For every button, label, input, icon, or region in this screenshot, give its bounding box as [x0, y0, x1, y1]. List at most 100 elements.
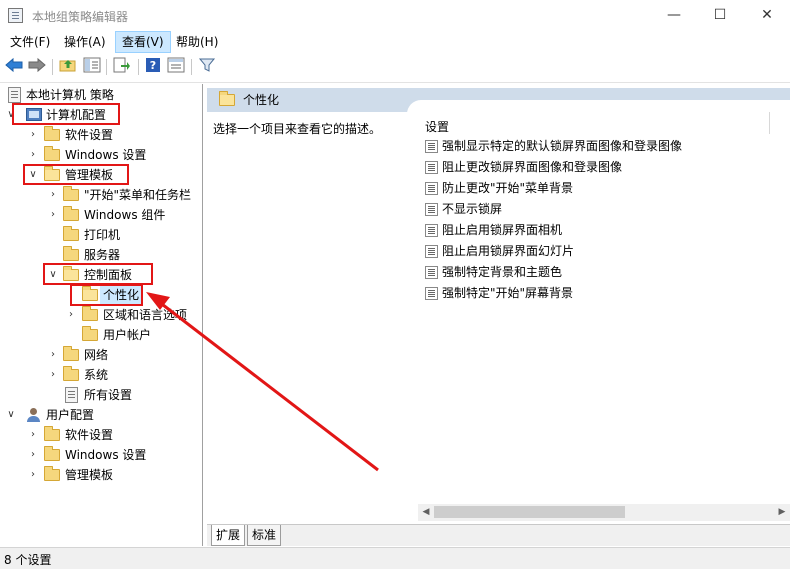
- chevron-right-icon[interactable]: ›: [66, 305, 76, 325]
- export-list-icon[interactable]: [112, 57, 132, 77]
- chevron-right-icon[interactable]: ›: [28, 445, 38, 465]
- chevron-down-icon[interactable]: ∨: [6, 405, 16, 425]
- tree-item-label: 用户配置: [46, 408, 95, 422]
- up-folder-icon[interactable]: [58, 57, 78, 77]
- tab-extended[interactable]: 扩展: [211, 525, 246, 546]
- tree-item-server[interactable]: 服务器: [0, 245, 200, 265]
- tree-item-user-admin-templates[interactable]: › 管理模板: [0, 465, 200, 485]
- policy-setting-icon: [425, 224, 438, 237]
- tree-item-label: Windows 组件: [84, 208, 166, 222]
- properties-icon[interactable]: [166, 57, 186, 77]
- scroll-left-icon[interactable]: ◀: [418, 504, 434, 521]
- annotation-box-computer-config: [12, 103, 120, 125]
- tree-item-user-windows-settings[interactable]: › Windows 设置: [0, 445, 200, 465]
- toolbar-separator: [138, 59, 139, 75]
- folder-icon: [63, 366, 79, 381]
- window-title: 本地组策略编辑器: [32, 10, 129, 24]
- chevron-right-icon[interactable]: ›: [48, 185, 58, 205]
- menu-help[interactable]: 帮助(H): [170, 31, 224, 53]
- tree-pane[interactable]: 本地计算机 策略 ∨ 计算机配置 › 软件设置 › Windows 设置 ∨ 管…: [0, 84, 203, 546]
- chevron-right-icon[interactable]: ›: [48, 365, 58, 385]
- toolbar-separator: [52, 59, 53, 75]
- toolbar: ?: [0, 53, 790, 83]
- policy-setting-icon: [425, 245, 438, 258]
- policy-setting-icon: [425, 140, 438, 153]
- tree-root-label: 本地计算机 策略: [26, 88, 114, 102]
- menu-file[interactable]: 文件(F): [4, 31, 56, 53]
- title-bar: 本地组策略编辑器 — ☐ ✕: [0, 0, 790, 31]
- policy-setting-icon: [425, 203, 438, 216]
- policy-setting-icon: [425, 287, 438, 300]
- folder-icon: [44, 126, 60, 141]
- folder-icon: [63, 226, 79, 241]
- tree-item-label: 系统: [84, 368, 109, 382]
- chevron-right-icon[interactable]: ›: [28, 125, 38, 145]
- tree-item-system[interactable]: › 系统: [0, 365, 200, 385]
- setting-label: 不显示锁屏: [442, 202, 503, 216]
- tree-item-label: Windows 设置: [65, 448, 147, 462]
- chevron-right-icon[interactable]: ›: [28, 145, 38, 165]
- folder-icon: [82, 326, 98, 341]
- tree-item-region-language[interactable]: › 区域和语言选项: [0, 305, 200, 325]
- horizontal-scrollbar[interactable]: ◀ ▶: [418, 504, 790, 521]
- svg-text:?: ?: [150, 59, 156, 72]
- tree-item-label: Windows 设置: [65, 148, 147, 162]
- annotation-box-admin-templates: [23, 164, 129, 185]
- tree-item-label: 所有设置: [84, 388, 133, 402]
- scroll-right-icon[interactable]: ▶: [774, 504, 790, 521]
- details-pane: 个性化 选择一个项目来查看它的描述。 设置 强制显示特定的默认锁屏界面图像和登录…: [207, 84, 790, 546]
- folder-icon: [44, 466, 60, 481]
- tab-standard[interactable]: 标准: [247, 525, 282, 546]
- setting-label: 阻止更改锁屏界面图像和登录图像: [442, 160, 623, 174]
- chevron-right-icon[interactable]: ›: [48, 205, 58, 225]
- toolbar-separator: [191, 59, 192, 75]
- chevron-right-icon[interactable]: ›: [48, 345, 58, 365]
- tree-item-printers[interactable]: 打印机: [0, 225, 200, 245]
- folder-icon: [63, 206, 79, 221]
- column-header-settings[interactable]: 设置: [425, 118, 449, 135]
- close-button[interactable]: ✕: [744, 0, 790, 31]
- scrollbar-thumb[interactable]: [434, 506, 625, 518]
- help-icon[interactable]: ?: [143, 57, 163, 77]
- tree-item-label: 软件设置: [65, 128, 114, 142]
- annotation-box-control-panel: [43, 263, 153, 285]
- back-arrow-icon[interactable]: [4, 57, 24, 77]
- forward-arrow-icon[interactable]: [27, 57, 47, 77]
- tree-item-network[interactable]: › 网络: [0, 345, 200, 365]
- setting-label: 阻止启用锁屏界面相机: [442, 223, 563, 237]
- folder-open-icon: [219, 91, 235, 106]
- folder-icon: [63, 246, 79, 261]
- tree-item-user-software-settings[interactable]: › 软件设置: [0, 425, 200, 445]
- tree-item-user-config[interactable]: ∨ 用户配置: [0, 405, 200, 425]
- setting-label: 强制特定"开始"屏幕背景: [442, 286, 574, 300]
- policy-setting-icon: [425, 161, 438, 174]
- menu-action[interactable]: 操作(A): [58, 31, 112, 53]
- description-text: 选择一个项目来查看它的描述。: [213, 122, 382, 136]
- filter-icon[interactable]: [197, 57, 217, 77]
- setting-label: 阻止启用锁屏界面幻灯片: [442, 244, 575, 258]
- tree-item-all-settings[interactable]: 所有设置: [0, 385, 200, 405]
- tree-item-windows-settings[interactable]: › Windows 设置: [0, 145, 200, 165]
- tree-item-windows-components[interactable]: › Windows 组件: [0, 205, 200, 225]
- toolbar-separator: [106, 59, 107, 75]
- tree-item-user-accounts[interactable]: 用户帐户: [0, 325, 200, 345]
- minimize-button[interactable]: —: [651, 0, 697, 31]
- menu-view[interactable]: 查看(V): [115, 31, 171, 53]
- tree-item-software-settings[interactable]: › 软件设置: [0, 125, 200, 145]
- column-divider[interactable]: [769, 112, 770, 134]
- show-tree-icon[interactable]: [82, 57, 102, 77]
- setting-label: 防止更改"开始"菜单背景: [442, 181, 574, 195]
- folder-icon: [82, 306, 98, 321]
- folder-icon: [63, 186, 79, 201]
- tree-item-label: "开始"菜单和任务栏: [84, 188, 192, 202]
- folder-icon: [63, 346, 79, 361]
- chevron-right-icon[interactable]: ›: [28, 425, 38, 445]
- folder-icon: [44, 426, 60, 441]
- maximize-button[interactable]: ☐: [697, 0, 743, 31]
- tree-item-start-menu[interactable]: › "开始"菜单和任务栏: [0, 185, 200, 205]
- setting-label: 强制显示特定的默认锁屏界面图像和登录图像: [442, 139, 683, 153]
- tree-root[interactable]: 本地计算机 策略: [0, 85, 200, 105]
- chevron-right-icon[interactable]: ›: [28, 465, 38, 485]
- annotation-box-personalization: [70, 284, 143, 306]
- policy-setting-icon: [425, 182, 438, 195]
